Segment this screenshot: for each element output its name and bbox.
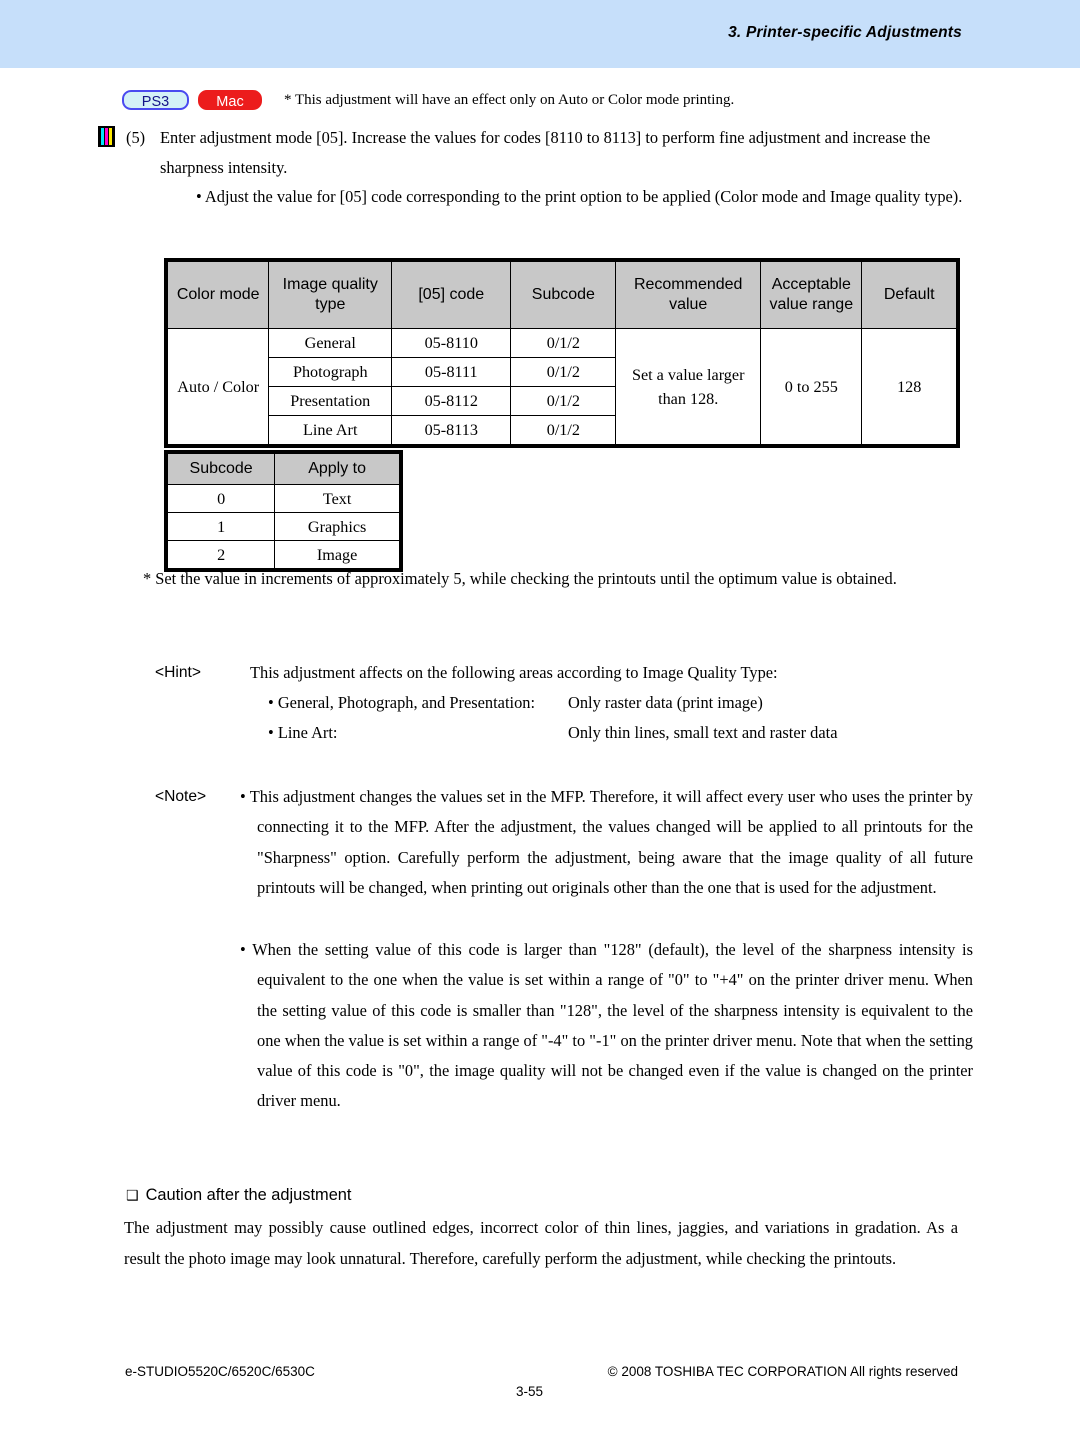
badge-footnote: * This adjustment will have an effect on… xyxy=(284,91,735,108)
cell-color-mode: Auto / Color xyxy=(166,328,270,445)
cell-apply-to: Text xyxy=(274,484,400,513)
cell-05-code: 05-8113 xyxy=(391,415,512,445)
col-header-subcode: Subcode xyxy=(166,453,276,485)
footer-copyright: © 2008 TOSHIBA TEC CORPORATION All right… xyxy=(607,1364,958,1379)
col-header-acceptable-range: Acceptable value range xyxy=(760,261,863,329)
badge-mac: Mac xyxy=(198,90,262,110)
footer-page-number: 3-55 xyxy=(516,1384,544,1399)
cell-image-quality-type: Line Art xyxy=(268,415,393,445)
table-row: 0 Text xyxy=(166,484,400,513)
step-bullet-adjust: • Adjust the value for [05] code corresp… xyxy=(196,187,963,206)
hint-row: • Line Art: Only thin lines, small text a… xyxy=(268,718,968,748)
cell-image-quality-type: Photograph xyxy=(268,357,393,387)
page-header-title: 3. Printer-specific Adjustments xyxy=(728,24,962,41)
hint-value: Only thin lines, small text and raster d… xyxy=(568,723,838,742)
box-bullet-icon: ❑ xyxy=(126,1188,139,1204)
cell-05-code: 05-8112 xyxy=(391,386,512,416)
hint-row: • General, Photograph, and Presentation:… xyxy=(268,688,968,718)
step-text: Enter adjustment mode [05]. Increase the… xyxy=(160,128,931,177)
table-header-row: Color mode Image quality type [05] code … xyxy=(166,261,957,329)
col-header-image-quality-type: Image quality type xyxy=(268,261,393,329)
subcode-mapping-table: Subcode Apply to 0 Text 1 Graphics 2 Ima… xyxy=(164,450,403,572)
hint-value: Only raster data (print image) xyxy=(568,693,763,712)
star-note-text: * Set the value in increments of approxi… xyxy=(143,569,897,588)
step-number: (5) xyxy=(126,128,146,147)
cell-recommended-value: Set a value larger than 128. xyxy=(615,328,762,445)
cell-default: 128 xyxy=(861,328,957,445)
note-label: <Note> xyxy=(155,788,207,805)
cell-image-quality-type: General xyxy=(268,328,393,358)
caution-heading-label: Caution after the adjustment xyxy=(145,1186,352,1204)
caution-heading: ❑ Caution after the adjustment xyxy=(126,1182,351,1209)
table-row: Auto / Color General 05-8110 0/1/2 Set a… xyxy=(166,328,957,445)
col-header-default: Default xyxy=(861,261,957,329)
cell-subcode: 0/1/2 xyxy=(510,328,617,358)
cell-acceptable-range: 0 to 255 xyxy=(760,328,863,445)
cmyk-bar-icon xyxy=(98,126,115,147)
cell-05-code: 05-8111 xyxy=(391,357,512,387)
hint-label: <Hint> xyxy=(155,664,201,681)
adjustment-code-table: Color mode Image quality type [05] code … xyxy=(164,258,960,448)
cell-subcode: 0/1/2 xyxy=(510,386,617,416)
hint-subject: • General, Photograph, and Presentation: xyxy=(268,693,536,712)
footer-model: e-STUDIO5520C/6520C/6530C xyxy=(125,1364,315,1379)
cell-subcode: 0/1/2 xyxy=(510,415,617,445)
cell-subcode: 1 xyxy=(166,512,276,541)
col-header-subcode: Subcode xyxy=(510,261,617,329)
cell-subcode: 0/1/2 xyxy=(510,357,617,387)
col-header-apply-to: Apply to xyxy=(274,453,400,485)
note-item: • This adjustment changes the values set… xyxy=(240,787,973,897)
hint-lead-text: This adjustment affects on the following… xyxy=(250,663,778,682)
table-header-row: Subcode Apply to xyxy=(166,453,400,485)
cell-05-code: 05-8110 xyxy=(391,328,512,358)
document-page: 3. Printer-specific Adjustments PS3 Mac … xyxy=(0,0,1080,1439)
hint-subject: • Line Art: xyxy=(268,723,338,742)
platform-badges: PS3 Mac * This adjustment will have an e… xyxy=(122,89,734,111)
col-header-recommended-value: Recommended value xyxy=(615,261,762,329)
table-row: 1 Graphics xyxy=(166,512,400,541)
col-header-color-mode: Color mode xyxy=(166,261,270,329)
note-item: • When the setting value of this code is… xyxy=(240,940,973,1111)
caution-body-text: The adjustment may possibly cause outlin… xyxy=(124,1218,958,1268)
badge-ps3: PS3 xyxy=(122,90,189,110)
col-header-05-code: [05] code xyxy=(391,261,512,329)
cell-image-quality-type: Presentation xyxy=(268,386,393,416)
cell-apply-to: Graphics xyxy=(274,512,400,541)
cell-subcode: 0 xyxy=(166,484,276,513)
